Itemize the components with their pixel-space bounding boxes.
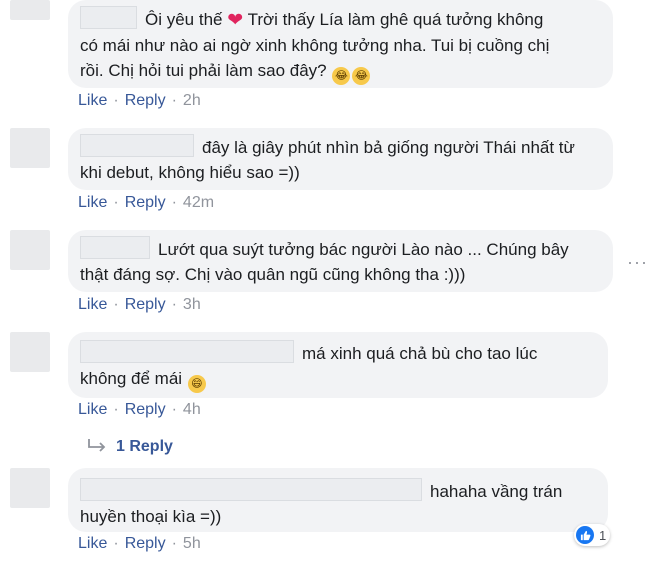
comment-actions: Like · Reply · 5h xyxy=(78,535,201,552)
timestamp[interactable]: 2h xyxy=(183,92,201,109)
crying-laughing-emoji: 😂 xyxy=(332,67,351,85)
commenter-name[interactable] xyxy=(80,340,294,363)
comment-bubble: Ôi yêu thế ❤ Trời thấy Lía làm ghê quá t… xyxy=(68,0,613,88)
comment-actions: Like · Reply · 2h xyxy=(78,92,201,109)
commenter-name[interactable] xyxy=(80,6,137,29)
like-reaction-icon xyxy=(576,526,594,544)
reply-link[interactable]: Reply xyxy=(125,194,166,211)
like-link[interactable]: Like xyxy=(78,535,107,552)
grinning-emoji: 😄 xyxy=(187,375,206,393)
comment-text: má xinh quá chả bù cho tao lúc xyxy=(302,344,538,363)
reaction-count: 1 xyxy=(599,527,607,543)
comment-text: đây là giây phút nhìn bả giống người Thá… xyxy=(202,138,575,157)
crying-laughing-emoji: 😂 xyxy=(352,67,371,85)
reply-link[interactable]: Reply xyxy=(125,401,166,418)
timestamp[interactable]: 42m xyxy=(183,194,214,211)
view-replies-link[interactable]: 1 Reply xyxy=(116,438,173,456)
reply-link[interactable]: Reply xyxy=(125,535,166,552)
comment-actions: Like · Reply · 42m xyxy=(78,194,215,211)
reply-link[interactable]: Reply xyxy=(125,296,166,313)
avatar[interactable] xyxy=(10,128,50,168)
comment-text: không để mái xyxy=(80,369,183,388)
heart-icon: ❤ xyxy=(227,10,244,31)
reply-link[interactable]: Reply xyxy=(125,92,166,109)
timestamp[interactable]: 5h xyxy=(183,535,201,552)
reply-arrow-icon xyxy=(88,439,106,452)
comment-bubble: má xinh quá chả bù cho tao lúc không để … xyxy=(68,332,608,398)
comment-bubble: đây là giây phút nhìn bả giống người Thá… xyxy=(68,128,613,190)
avatar[interactable] xyxy=(10,230,50,270)
reaction-summary[interactable]: 1 xyxy=(574,524,611,546)
more-options-icon[interactable]: ··· xyxy=(627,252,648,273)
comment-text: Ôi yêu thế xyxy=(145,10,223,29)
commenter-name[interactable] xyxy=(80,236,150,259)
avatar[interactable] xyxy=(10,332,50,372)
avatar[interactable] xyxy=(10,0,50,20)
comment-text: khi debut, không hiểu sao =)) xyxy=(80,163,300,182)
like-link[interactable]: Like xyxy=(78,92,107,109)
timestamp[interactable]: 4h xyxy=(183,401,201,418)
commenter-name[interactable] xyxy=(80,134,194,157)
comment-text: Trời thấy Lía làm ghê quá tưởng không xyxy=(247,10,544,29)
comment-text: huyền thoại kìa =)) xyxy=(80,507,222,526)
comment-text: hahaha vầng trán xyxy=(430,482,563,501)
comment-text: có mái như nào ai ngờ xinh không tưởng n… xyxy=(80,36,550,55)
comment-actions: Like · Reply · 3h xyxy=(78,296,201,313)
like-link[interactable]: Like xyxy=(78,401,107,418)
avatar[interactable] xyxy=(10,468,50,508)
like-link[interactable]: Like xyxy=(78,194,107,211)
comment-text: Lướt qua suýt tưởng bác người Lào nào ..… xyxy=(158,240,569,259)
commenter-name[interactable] xyxy=(80,478,422,501)
comment-text: rồi. Chị hỏi tui phải làm sao đây? xyxy=(80,61,327,80)
like-link[interactable]: Like xyxy=(78,296,107,313)
timestamp[interactable]: 3h xyxy=(183,296,201,313)
comment-bubble: hahaha vầng trán huyền thoại kìa =)) xyxy=(68,468,608,532)
comment-text: thật đáng sợ. Chị vào quân ngũ cũng khôn… xyxy=(80,265,466,284)
comment-bubble: Lướt qua suýt tưởng bác người Lào nào ..… xyxy=(68,230,613,292)
comment-actions: Like · Reply · 4h xyxy=(78,401,201,418)
